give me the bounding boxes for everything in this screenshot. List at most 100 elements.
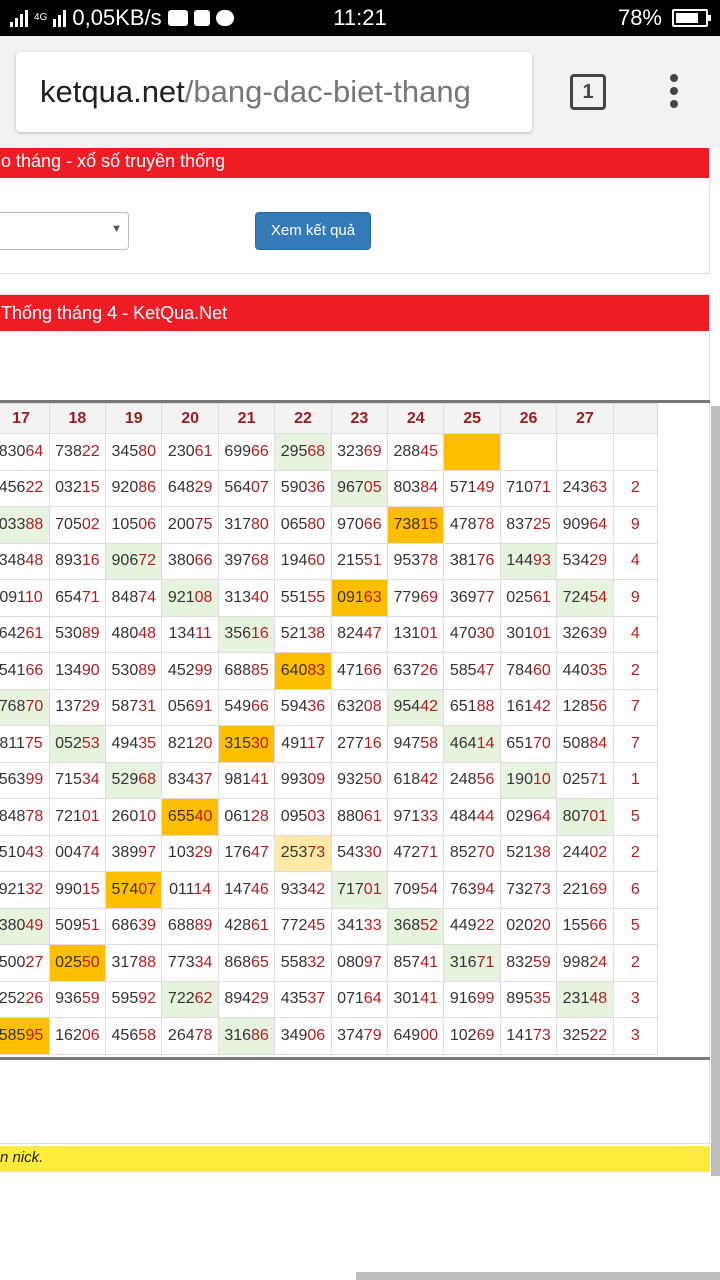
number-head: 655	[167, 807, 195, 825]
number-tail: 80	[251, 515, 269, 533]
number-tail: 66	[589, 917, 608, 935]
number-tail: 9	[630, 588, 640, 606]
table-cell: 72454	[556, 579, 614, 617]
number-head: 065	[280, 515, 308, 533]
number-head: 380	[167, 552, 195, 570]
number-tail: 10	[532, 771, 551, 789]
table-cell: 38066	[161, 542, 219, 580]
number-tail: 50	[363, 771, 382, 789]
number-tail: 01	[589, 807, 608, 825]
table-cell: 34906	[274, 1017, 332, 1055]
table-cell: 55832	[274, 944, 332, 982]
number-tail: 42	[420, 771, 438, 789]
number-head: 832	[506, 953, 533, 971]
number-head: 215	[337, 552, 364, 570]
number-tail: 42	[420, 698, 438, 716]
number-head: 161	[506, 698, 533, 716]
number-head: 834	[167, 771, 195, 789]
number-head: 688	[167, 917, 195, 935]
number-head: 494	[111, 734, 139, 752]
table-cell: 05253	[48, 725, 107, 763]
number-tail: 97	[138, 844, 157, 862]
number-head: 954	[393, 698, 421, 716]
number-head: 244	[562, 844, 590, 862]
number-tail: 56	[589, 698, 608, 716]
table-cell: 19460	[274, 542, 332, 580]
number-head: 587	[111, 698, 139, 716]
table-cell: 59592	[105, 980, 163, 1018]
table-cell: 2	[612, 469, 659, 507]
table-cell: 13729	[48, 688, 107, 726]
number-tail: 69	[589, 880, 608, 898]
number-tail: 32	[25, 880, 44, 898]
table-cell: 02964	[499, 798, 558, 836]
number-tail: 06	[81, 1026, 100, 1044]
column-header: 25	[443, 403, 501, 434]
month-select[interactable]: ▼	[0, 212, 129, 250]
number-head: 686	[111, 917, 139, 935]
number-head: 784	[506, 661, 533, 679]
tab-switcher-button[interactable]: 1	[570, 74, 606, 110]
view-results-button[interactable]: Xem kết quả	[255, 212, 371, 250]
number-head: 529	[111, 771, 139, 789]
results-table-wrapper[interactable]: 1718192021222324252627 58306473822345802…	[0, 400, 710, 1060]
table-cell: 08097	[330, 944, 389, 982]
number-tail: 46	[251, 880, 269, 898]
number-tail: 74	[81, 844, 100, 862]
table-cell: 54330	[330, 834, 389, 872]
vertical-scrollbar[interactable]	[711, 406, 720, 1176]
number-tail: 71	[589, 771, 608, 789]
table-cell: 77334	[161, 944, 219, 982]
number-tail: 7	[630, 734, 640, 752]
number-tail: 99	[476, 990, 495, 1008]
browser-menu-icon[interactable]	[664, 74, 684, 114]
number-head: 155	[562, 917, 590, 935]
table-cell: 10269	[443, 1017, 501, 1055]
number-tail: 36	[307, 479, 326, 497]
number-tail: 61	[251, 917, 269, 935]
table-cell: 54966	[217, 688, 276, 726]
table-cell: 77969	[387, 579, 445, 617]
table-cell	[612, 433, 659, 471]
number-head: 105	[111, 515, 139, 533]
table-cell: 24402	[556, 834, 614, 872]
table-cell: 84878	[0, 798, 50, 836]
number-tail: 85	[251, 661, 269, 679]
number-tail: 59	[532, 953, 551, 971]
number-head: 484	[449, 807, 477, 825]
table-cell: 93342	[274, 871, 332, 909]
url-bar[interactable]: ketqua.net/bang-dac-biet-thang	[16, 52, 532, 132]
table-cell: 44035	[556, 652, 614, 690]
number-head: 521	[506, 844, 533, 862]
number-tail: 70	[25, 698, 44, 716]
number-tail: 3	[630, 1026, 640, 1044]
column-header	[612, 403, 659, 434]
number-tail: 84	[589, 734, 608, 752]
table-cell: 22169	[556, 871, 614, 909]
table-cell: 47030	[443, 615, 501, 653]
table-row: 9252269365959592722628942943537071643014…	[0, 980, 659, 1018]
number-head: 025	[55, 953, 82, 971]
number-tail: 41	[420, 990, 438, 1008]
number-tail: 9	[630, 515, 640, 533]
number-head: 033	[0, 515, 26, 533]
number-head: 317	[111, 953, 139, 971]
number-tail: 78	[476, 515, 495, 533]
number-tail: 1	[630, 771, 640, 789]
number-head: 558	[280, 953, 308, 971]
number-head: 916	[449, 990, 477, 1008]
table-cell: 52138	[274, 615, 332, 653]
number-head: 341	[337, 917, 364, 935]
table-cell: 10329	[161, 834, 219, 872]
number-head: 722	[167, 990, 195, 1008]
number-tail: 61	[363, 807, 382, 825]
number-tail: 99	[194, 661, 213, 679]
table-cell: 27716	[330, 725, 389, 763]
number-tail: 20	[194, 734, 213, 752]
table-cell: 84874	[105, 579, 163, 617]
number-head: 253	[280, 844, 308, 862]
number-tail: 73	[532, 880, 551, 898]
table-cell: 23148	[556, 980, 614, 1018]
horizontal-scrollbar[interactable]	[356, 1272, 720, 1280]
number-head: 456	[111, 1026, 139, 1044]
